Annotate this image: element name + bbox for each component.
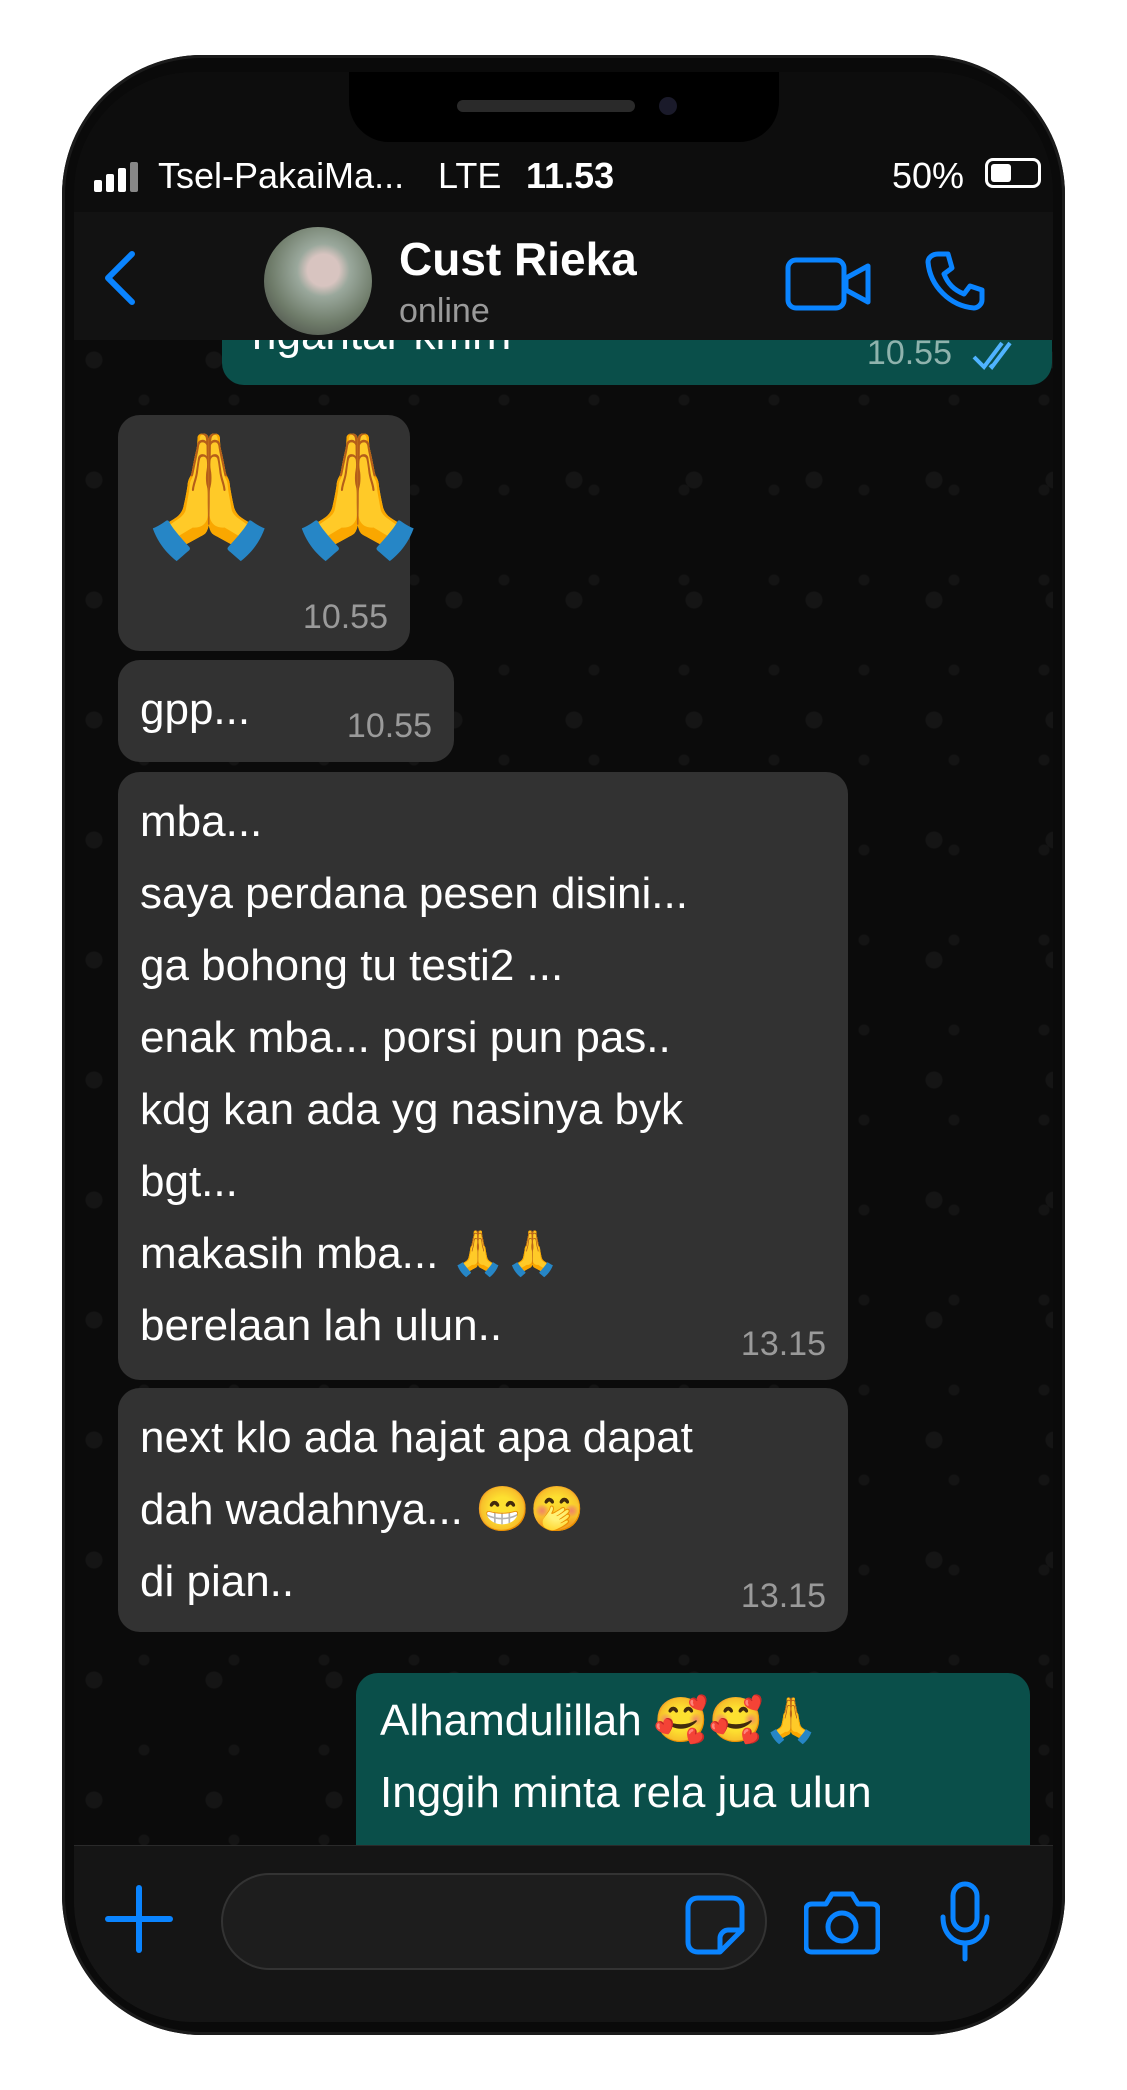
message-bubble-incoming[interactable]: gpp... 10.55 [118, 660, 454, 762]
message-bubble-outgoing[interactable]: ngantar kmrn 10.55 [222, 340, 1052, 385]
front-camera [659, 97, 677, 115]
composer-bar [74, 1845, 1053, 2022]
message-time: 13.15 [740, 1325, 826, 1363]
message-text: dah wadahnya... 😁🤭 [140, 1485, 585, 1534]
battery-percentage: 50% [892, 155, 965, 196]
read-receipt-icon [972, 341, 1012, 371]
status-bar: Tsel-PakaiMa... LTE 11.53 50% [74, 152, 1053, 202]
plus-icon[interactable] [104, 1884, 174, 1954]
app-screen: Tsel-PakaiMa... LTE 11.53 50% Cust Rieka… [74, 72, 1053, 2022]
video-call-icon[interactable] [784, 254, 874, 314]
message-text: ga bohong tu testi2 ... [140, 941, 564, 990]
message-text: Inggih minta rela jua ulun [380, 1768, 872, 1817]
signal-icon [94, 162, 138, 192]
message-bubble-incoming[interactable]: next klo ada hajat apa dapat dah wadahny… [118, 1388, 848, 1632]
message-text: bgt... [140, 1157, 238, 1206]
battery-icon [985, 158, 1041, 188]
message-text: saya perdana pesen disini... [140, 869, 688, 918]
camera-icon[interactable] [804, 1888, 880, 1956]
message-text: kdg kan ada yg nasinya byk [140, 1085, 684, 1134]
sticker-icon[interactable] [684, 1894, 746, 1956]
message-text: Alhamdulillah 🥰🥰🙏 [380, 1696, 819, 1745]
message-bubble-incoming[interactable]: mba... saya perdana pesen disini... ga b… [118, 772, 848, 1380]
contact-name[interactable]: Cust Rieka [399, 232, 637, 286]
message-text: 🙏🙏 [134, 428, 433, 562]
message-list[interactable]: ngantar kmrn 10.55 🙏🙏 10.55 gpp... 10.55… [74, 340, 1053, 1845]
clock: 11.53 [526, 155, 615, 196]
message-time: 10.55 [302, 598, 388, 636]
message-bubble-outgoing[interactable]: Alhamdulillah 🥰🥰🙏 Inggih minta rela jua … [356, 1673, 1030, 1845]
speaker-grille [457, 100, 635, 112]
notch [349, 72, 779, 142]
chat-header: Cust Rieka online [74, 212, 1053, 340]
message-bubble-incoming[interactable]: 🙏🙏 10.55 [118, 415, 433, 651]
carrier-name: Tsel-PakaiMa... [158, 155, 405, 196]
message-time: 13.15 [740, 1577, 826, 1615]
network-type: LTE [438, 155, 502, 196]
contact-status: online [399, 292, 490, 330]
voice-call-icon[interactable] [924, 248, 988, 312]
back-chevron-icon[interactable] [98, 248, 142, 308]
message-time: 10.55 [866, 340, 952, 372]
message-time: 10.55 [346, 707, 432, 745]
message-text: mba... [140, 797, 263, 846]
avatar[interactable] [264, 227, 372, 335]
message-text: enak mba... porsi pun pas.. [140, 1013, 671, 1062]
message-text: next klo ada hajat apa dapat [140, 1413, 693, 1462]
microphone-icon[interactable] [939, 1881, 991, 1963]
message-text: makasih mba... 🙏🙏 [140, 1229, 561, 1278]
